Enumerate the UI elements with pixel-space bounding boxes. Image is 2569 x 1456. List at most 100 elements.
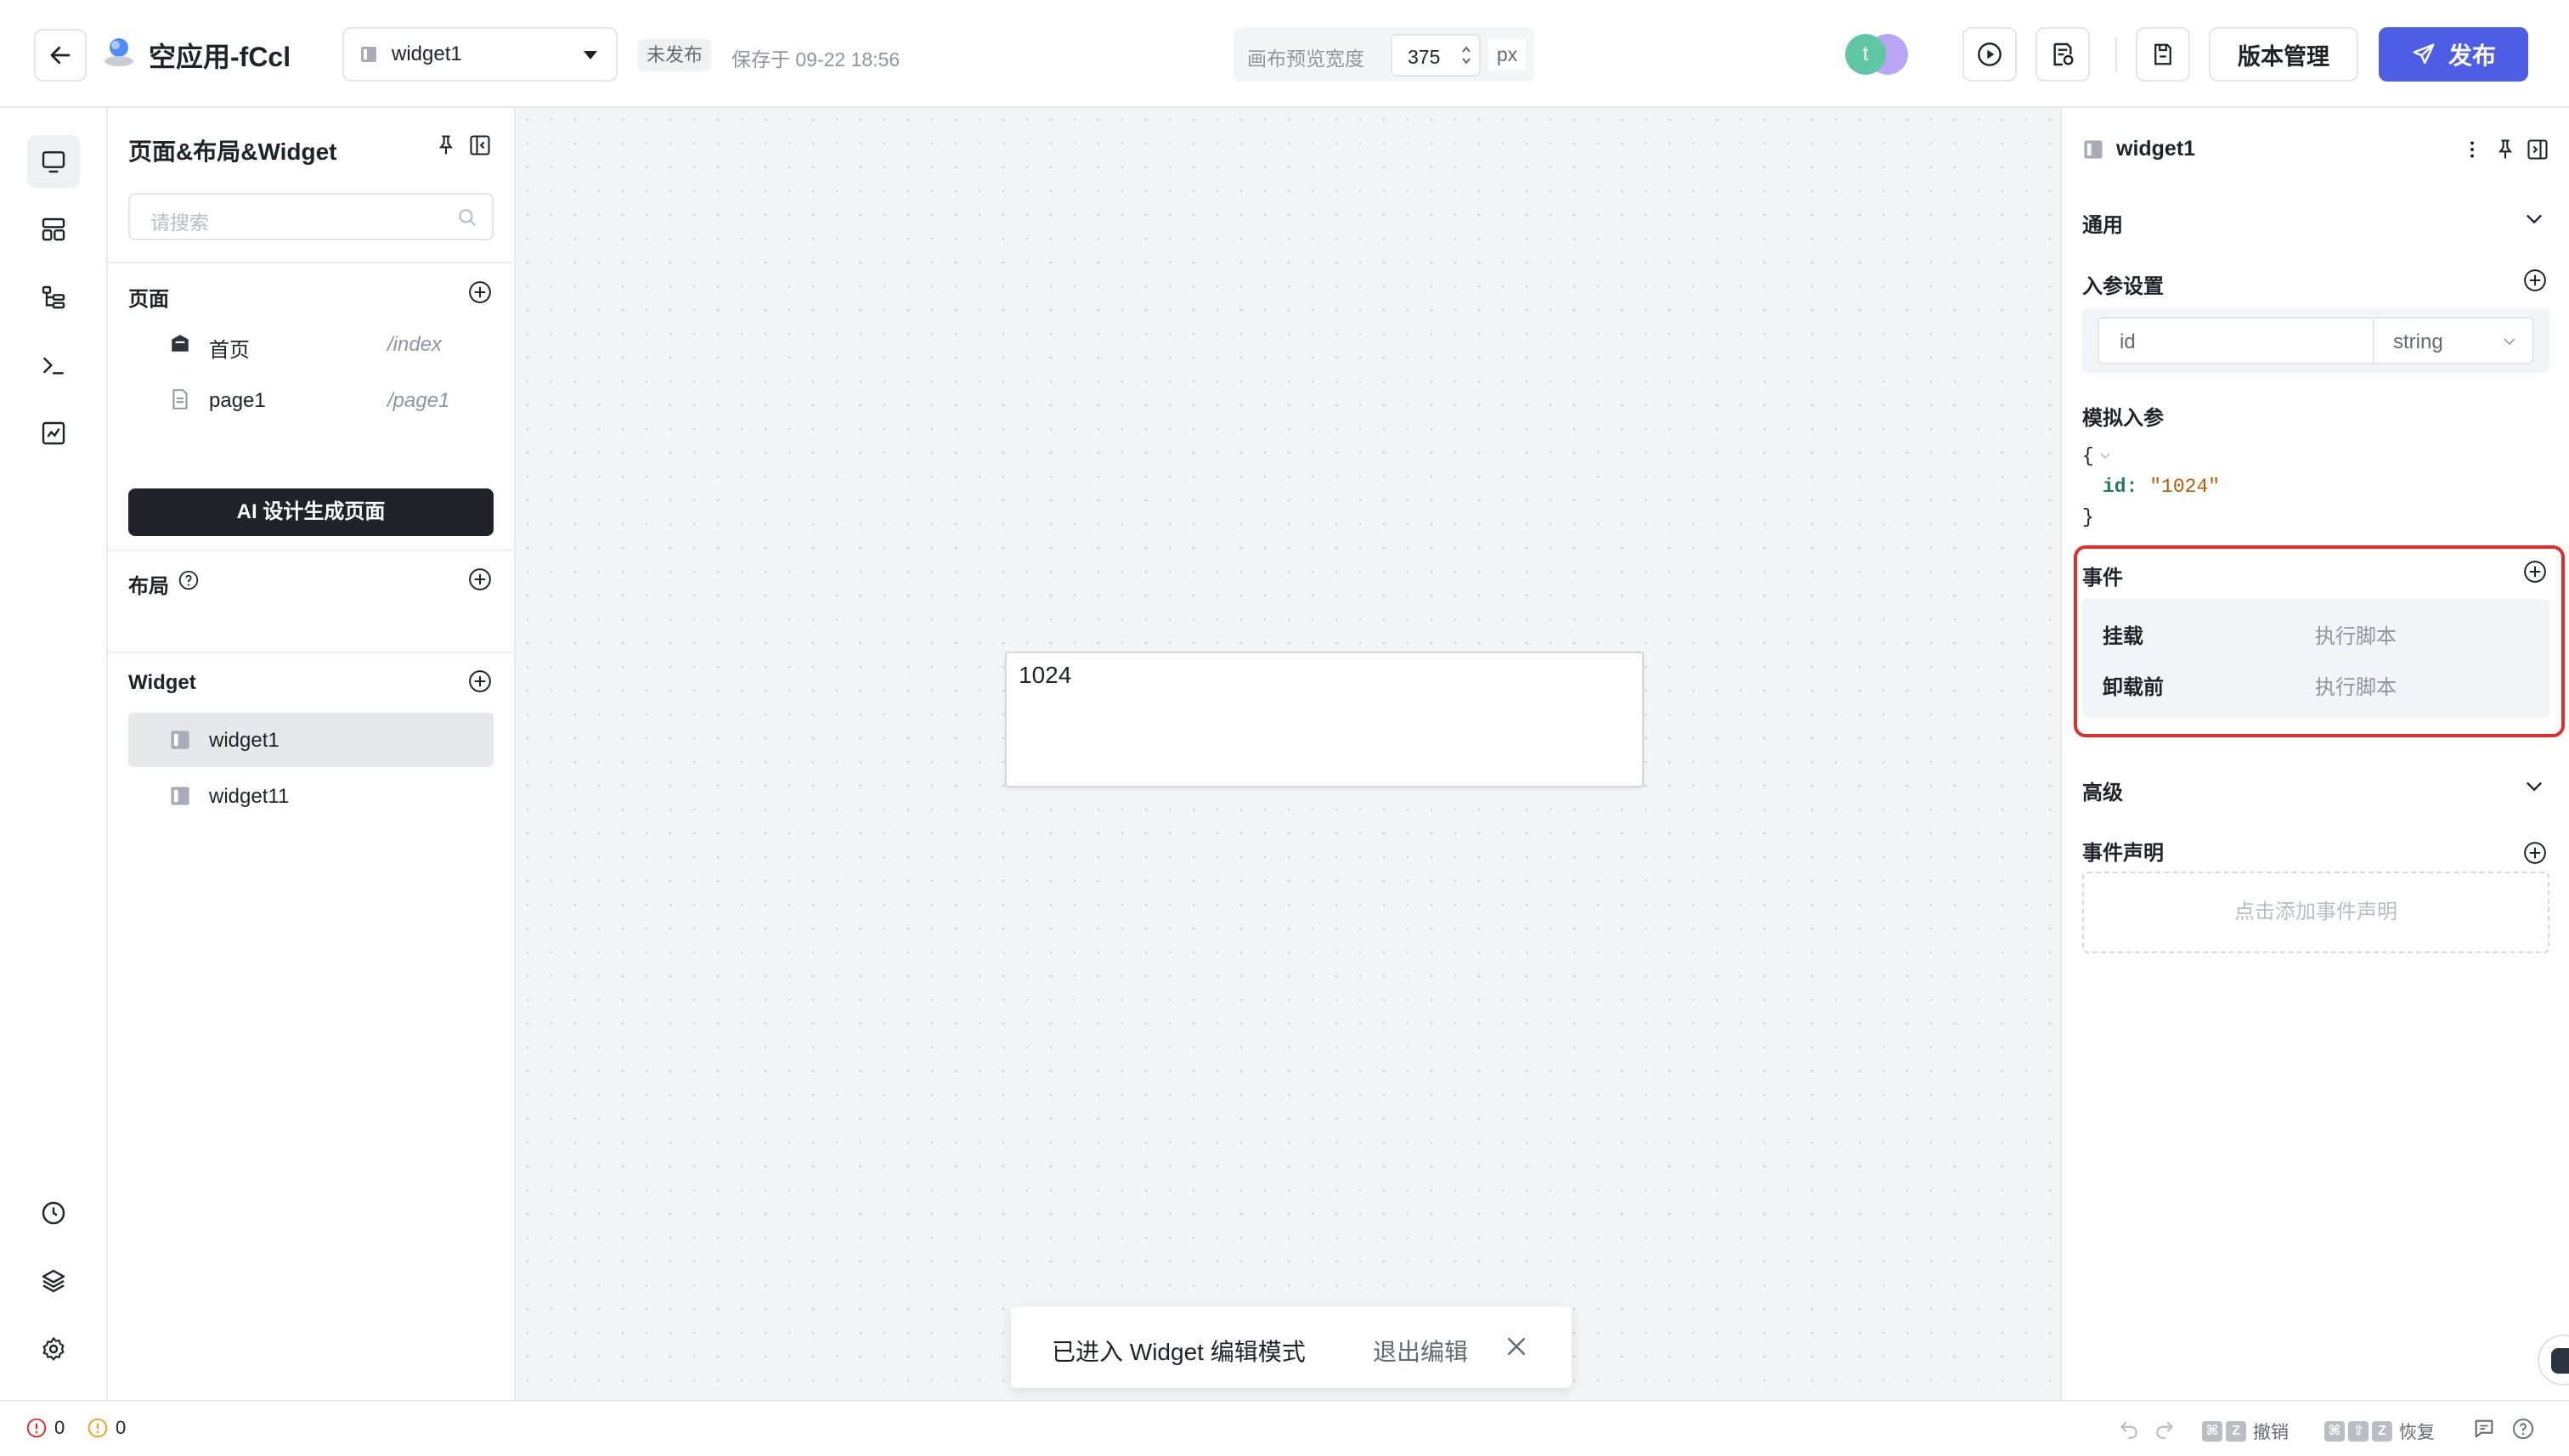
canvas-width-control: 画布预览宽度 375 px: [1234, 27, 1534, 82]
rail-settings-button[interactable]: [27, 1323, 80, 1375]
exit-edit-link[interactable]: 退出编辑: [1373, 1334, 1468, 1368]
widget-preview[interactable]: 1024: [1005, 652, 1644, 787]
warning-count[interactable]: 0: [87, 1417, 126, 1439]
rail-tree-button[interactable]: [27, 271, 80, 324]
right-panel: widget1 通用 入参设置 id string 模拟入参 { id: "10…: [2060, 108, 2569, 1400]
publish-button[interactable]: 发布: [2379, 27, 2528, 82]
left-panel: 页面&布局&Widget 请搜索 页面 首页 /index page1 /pag…: [108, 108, 516, 1400]
collaborator-avatars[interactable]: t: [1845, 34, 1910, 76]
mock-json-editor[interactable]: { id: "1024" }: [2082, 441, 2220, 533]
widget-select[interactable]: widget1: [342, 27, 618, 82]
add-param-icon[interactable]: [2522, 268, 2548, 293]
terminal-icon: [43, 357, 64, 375]
event-row-before-unmount[interactable]: 卸载前 执行脚本: [2082, 655, 2549, 706]
preview-button[interactable]: [1962, 27, 2017, 82]
add-page-icon[interactable]: [467, 279, 493, 305]
add-event-decl-button[interactable]: 点击添加事件声明: [2082, 872, 2549, 953]
stepper-icon[interactable]: [1460, 42, 1472, 68]
page-item-home[interactable]: 首页 /index: [128, 320, 494, 368]
json-key: id:: [2103, 476, 2138, 498]
clock-icon: [42, 1201, 65, 1225]
status-badge: 未发布: [638, 39, 712, 71]
divider: [108, 652, 516, 653]
assistant-icon: [2551, 1348, 2569, 1374]
top-bar: 空应用-fCcl widget1 未发布 保存于 09-22 18:56 画布预…: [0, 0, 2569, 108]
event-name: 挂载: [2103, 625, 2143, 648]
saved-time: 保存于 09-22 18:56: [731, 48, 901, 71]
app-logo: [102, 34, 136, 71]
collapse-panel-icon[interactable]: [2526, 138, 2549, 161]
event-row-mount[interactable]: 挂载 执行脚本: [2082, 604, 2549, 655]
help-icon[interactable]: [2511, 1417, 2535, 1441]
ai-generate-page-button[interactable]: AI 设计生成页面: [128, 488, 494, 536]
widget-name: widget11: [209, 785, 290, 808]
add-widget-icon[interactable]: [467, 669, 493, 694]
redo-icon[interactable]: [2153, 1419, 2177, 1441]
design-canvas[interactable]: 1024 已进入 Widget 编辑模式 退出编辑: [516, 108, 2060, 1400]
key-z: Z: [2226, 1421, 2246, 1442]
rail-history-button[interactable]: [27, 1187, 80, 1239]
gear-icon: [42, 1337, 65, 1361]
divider: [108, 550, 516, 551]
chevron-down-icon[interactable]: [2099, 452, 2111, 460]
close-icon[interactable]: [1504, 1334, 1529, 1359]
mock-json-line: {: [2082, 441, 2220, 471]
key-z: Z: [2372, 1421, 2392, 1442]
undo-label: 撤销: [2253, 1423, 2289, 1442]
widget-icon: [171, 787, 189, 805]
mock-section-title: 模拟入参: [2082, 407, 2164, 430]
layout-icon: [42, 217, 65, 241]
search-input[interactable]: 请搜索: [128, 193, 494, 240]
param-type-select[interactable]: string: [2374, 317, 2534, 364]
param-name-value: id: [2120, 330, 2136, 353]
canvas-width-input[interactable]: 375: [1391, 34, 1481, 76]
help-icon[interactable]: [178, 569, 200, 591]
pin-icon[interactable]: [2493, 138, 2517, 161]
key-cmd: ⌘: [2324, 1421, 2345, 1442]
widget-item-widget11[interactable]: widget11: [128, 769, 494, 823]
event-action[interactable]: 执行脚本: [2315, 670, 2397, 700]
widget-name: widget1: [209, 729, 279, 752]
widget-item-widget1[interactable]: widget1: [128, 713, 494, 767]
chevron-down-icon: [2504, 338, 2515, 346]
chevron-down-icon[interactable]: [2522, 774, 2546, 798]
pin-icon[interactable]: [434, 133, 458, 157]
page-item-page1[interactable]: page1 /page1: [128, 376, 494, 424]
warning-icon: [88, 1418, 108, 1438]
mock-json-line: id: "1024": [2082, 471, 2220, 502]
chevron-down-icon[interactable]: [2522, 206, 2546, 230]
error-count[interactable]: 0: [25, 1417, 65, 1439]
param-type-value: string: [2393, 330, 2443, 353]
param-name-input[interactable]: id: [2098, 317, 2374, 364]
rail-script-button[interactable]: [27, 339, 80, 392]
more-vertical-icon[interactable]: [2461, 138, 2483, 161]
rail-layout-button[interactable]: [27, 203, 80, 256]
assistant-bubble[interactable]: [2538, 1335, 2569, 1385]
undo-shortcut: ⌘ Z 撤销: [2202, 1419, 2289, 1444]
settings-doc-button[interactable]: [2035, 27, 2090, 82]
add-event-icon[interactable]: [2522, 559, 2548, 584]
key-cmd: ⌘: [2202, 1421, 2222, 1442]
comment-icon[interactable]: [2472, 1417, 2496, 1441]
advanced-section-title: 高级: [2082, 782, 2123, 804]
save-button[interactable]: [2136, 27, 2190, 82]
error-count-value: 0: [54, 1417, 65, 1438]
add-event-decl-icon[interactable]: [2522, 840, 2548, 866]
rail-plugin-button[interactable]: [27, 1255, 80, 1307]
error-icon: [26, 1418, 47, 1438]
undo-icon[interactable]: [2117, 1419, 2141, 1441]
page-name: page1: [209, 389, 266, 412]
app-title: 空应用-fCcl: [149, 42, 291, 72]
rail-analytics-button[interactable]: [27, 407, 80, 460]
version-management-button[interactable]: 版本管理: [2209, 27, 2358, 82]
event-action[interactable]: 执行脚本: [2315, 619, 2397, 649]
rail-pages-button[interactable]: [27, 135, 80, 188]
general-section-title: 通用: [2082, 214, 2123, 237]
page-name: 首页: [209, 339, 250, 362]
back-button[interactable]: [34, 29, 87, 82]
collapse-panel-icon[interactable]: [468, 133, 492, 157]
event-name: 卸载前: [2103, 676, 2164, 699]
doc-settings-icon: [2053, 42, 2074, 66]
widget-section-title: Widget: [128, 671, 196, 694]
add-layout-icon[interactable]: [467, 567, 493, 592]
